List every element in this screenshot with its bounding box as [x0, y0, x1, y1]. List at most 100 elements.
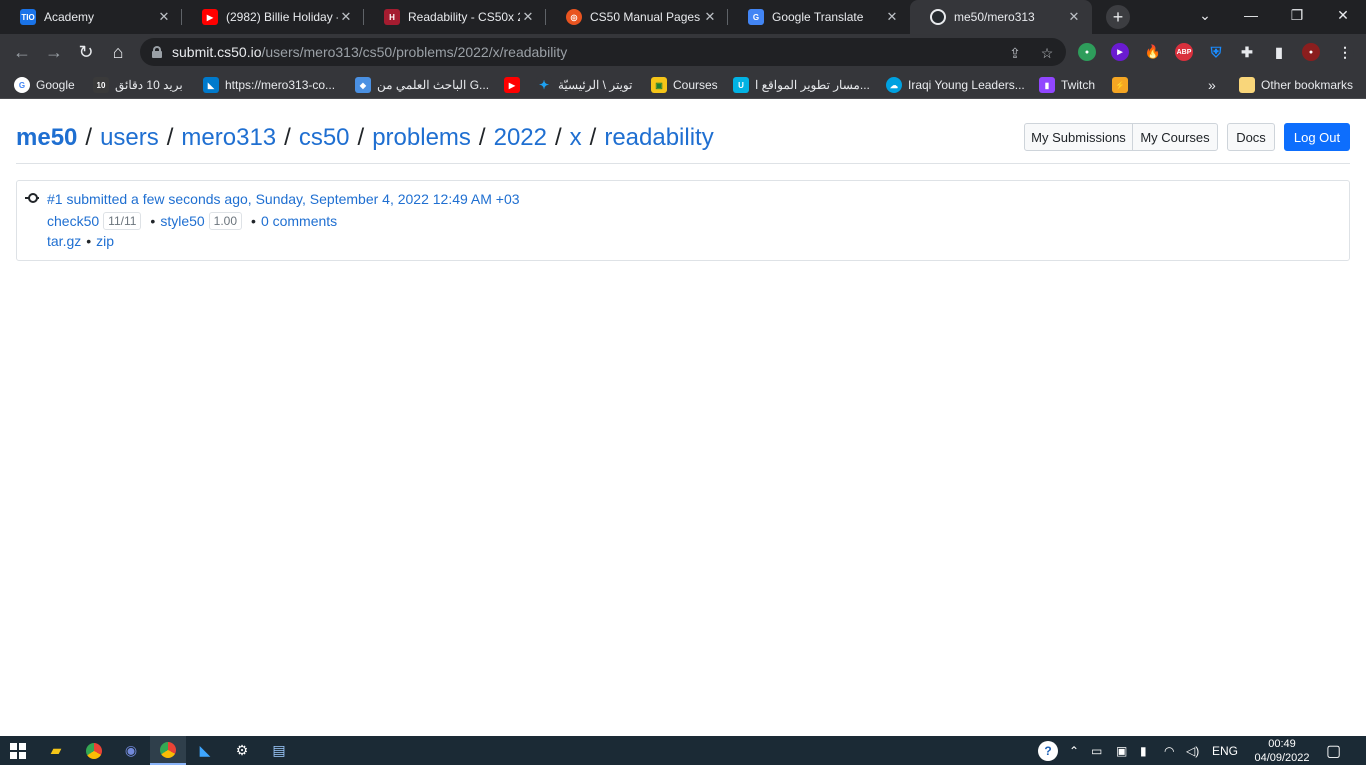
my-courses-button[interactable]: My Courses [1132, 123, 1218, 151]
download-zip-link[interactable]: zip [96, 233, 114, 249]
lock-icon[interactable] [152, 46, 162, 58]
bookmark-scholar[interactable]: ◆ الباحث العلمي من G... [355, 75, 489, 95]
reload-button[interactable]: ↻ [72, 38, 100, 66]
chrome-active-icon[interactable] [150, 736, 186, 765]
twitch-icon: ▮ [1039, 77, 1055, 93]
my-submissions-button[interactable]: My Submissions [1024, 123, 1133, 151]
extension-play-icon[interactable]: ▶ [1111, 43, 1129, 61]
breadcrumb-me50[interactable]: me50 [16, 124, 77, 151]
address-bar[interactable]: submit.cs50.io/users/mero313/cs50/proble… [140, 38, 1066, 66]
extension-edge-icon[interactable]: ● [1078, 43, 1096, 61]
commit-icon [25, 193, 39, 203]
google-translate-icon: G [748, 9, 764, 25]
tab-manual-pages[interactable]: ◎ CS50 Manual Pages ✕ [546, 0, 728, 34]
address-url[interactable]: submit.cs50.io/users/mero313/cs50/proble… [172, 44, 567, 60]
extensions-puzzle-icon[interactable]: ✚ [1238, 43, 1256, 61]
minimize-button[interactable]: — [1228, 0, 1274, 30]
google-icon: G [14, 77, 30, 93]
home-button[interactable]: ⌂ [104, 38, 132, 66]
close-icon[interactable]: ✕ [156, 9, 172, 25]
bookmark-twitch[interactable]: ▮ Twitch [1039, 75, 1095, 95]
clock-date: 04/09/2022 [1254, 752, 1310, 764]
settings-gear-icon[interactable]: ⚙ [224, 736, 260, 765]
restore-button[interactable]: ❐ [1274, 0, 1320, 30]
profile-avatar[interactable]: ● [1302, 43, 1320, 61]
vscode-icon[interactable]: ◣ [187, 736, 223, 765]
submission-title-line: #1 submitted a few seconds ago, Sunday, … [47, 191, 520, 207]
camera-icon[interactable]: ▣ [1116, 736, 1127, 765]
more-bookmarks-chevron-icon[interactable]: » [1208, 75, 1216, 95]
download-tar-link[interactable]: tar.gz [47, 233, 81, 249]
style50-link[interactable]: style50 [160, 213, 204, 229]
bookmark-courses[interactable]: ▣ Courses [651, 75, 718, 95]
microphone-icon[interactable]: ▮ [1140, 736, 1147, 765]
breadcrumb-readability[interactable]: readability [604, 124, 713, 151]
bookmark-youtube[interactable]: ▶ [504, 75, 526, 95]
adblock-plus-icon[interactable]: ABP [1175, 43, 1193, 61]
submission-link[interactable]: #1 submitted a few seconds ago, Sunday, … [47, 191, 520, 207]
breadcrumb-problems[interactable]: problems [372, 124, 471, 151]
youtube-icon: ▶ [202, 9, 218, 25]
extension-shield-icon[interactable]: ⛨ [1207, 43, 1225, 61]
close-icon[interactable]: ✕ [1066, 9, 1082, 25]
language-indicator[interactable]: ENG [1212, 736, 1238, 765]
notepad-icon[interactable]: ▤ [261, 736, 297, 765]
breadcrumb-x[interactable]: x [570, 124, 582, 151]
comments-link[interactable]: 0 comments [261, 213, 337, 229]
battery-icon[interactable]: ▭ [1091, 736, 1102, 765]
vscode-icon: ◣ [203, 77, 219, 93]
breadcrumb-2022[interactable]: 2022 [494, 124, 547, 151]
discord-icon[interactable]: ◉ [113, 736, 149, 765]
share-icon[interactable]: ⇪ [1006, 44, 1024, 62]
show-hidden-icons-chevron-icon[interactable]: ⌃ [1069, 736, 1079, 765]
bookmark-10-minute-mail[interactable]: 10 بريد 10 دقائق [93, 75, 183, 95]
volume-icon[interactable]: ◁) [1186, 736, 1199, 765]
tab-youtube[interactable]: ▶ (2982) Billie Holiday - ✕ [182, 0, 364, 34]
ten-minute-mail-icon: 10 [93, 77, 109, 93]
bookmark-google[interactable]: G Google [14, 75, 75, 95]
tab-search-icon[interactable]: ⌄ [1182, 0, 1228, 30]
star-icon[interactable]: ☆ [1038, 44, 1056, 62]
check50-link[interactable]: check50 [47, 213, 99, 229]
tab-academy[interactable]: TIO Academy ✕ [0, 0, 182, 34]
breadcrumb-mero313[interactable]: mero313 [181, 124, 276, 151]
side-panel-icon[interactable]: ▮ [1270, 43, 1288, 61]
bookmark-iraqi-young-leaders[interactable]: ☁ Iraqi Young Leaders... [886, 75, 1025, 95]
breadcrumb-users[interactable]: users [100, 124, 159, 151]
close-icon[interactable]: ✕ [520, 9, 536, 25]
youtube-icon: ▶ [504, 77, 520, 93]
submission-results-line: check50 11/11 • style50 1.00 • 0 comment… [47, 212, 338, 230]
tab-me50[interactable]: me50/mero313 ✕ [910, 0, 1092, 34]
forward-button[interactable]: → [40, 38, 68, 66]
bookmark-twitter[interactable]: ✦ تويتر \ الرئيسيّة [536, 75, 632, 95]
breadcrumb-cs50[interactable]: cs50 [299, 124, 350, 151]
back-button[interactable]: ← [8, 38, 36, 66]
system-clock[interactable]: 00:49 04/09/2022 [1252, 737, 1312, 765]
logout-button[interactable]: Log Out [1284, 123, 1350, 151]
menu-icon[interactable]: ⋮ [1336, 43, 1354, 61]
docs-button[interactable]: Docs [1227, 123, 1275, 151]
extension-fire-icon[interactable]: 🔥 [1144, 43, 1162, 61]
downloads-line: tar.gz • zip [47, 233, 115, 249]
new-tab-button[interactable]: + [1106, 5, 1130, 29]
bookmark-vscode[interactable]: ◣ https://mero313-co... [203, 75, 335, 95]
close-icon[interactable]: ✕ [884, 9, 900, 25]
tab-readability[interactable]: H Readability - CS50x 20 ✕ [364, 0, 546, 34]
divider [16, 163, 1350, 164]
windows-start-icon[interactable] [0, 736, 36, 765]
close-window-button[interactable]: ✕ [1320, 0, 1366, 30]
tab-title: Google Translate [772, 10, 864, 24]
bookmark-udacity[interactable]: U مسار تطوير المواقع ا... [733, 75, 870, 95]
udacity-icon: U [733, 77, 749, 93]
other-bookmarks[interactable]: Other bookmarks [1239, 75, 1353, 95]
notifications-icon[interactable]: ▢ [1326, 736, 1341, 765]
bookmark-bolt[interactable]: ⚡ [1112, 75, 1134, 95]
file-explorer-icon[interactable]: ▰ [38, 736, 74, 765]
tab-google-translate[interactable]: G Google Translate ✕ [728, 0, 910, 34]
help-icon[interactable]: ? [1038, 736, 1058, 765]
chrome-icon[interactable] [76, 736, 112, 765]
close-icon[interactable]: ✕ [338, 9, 354, 25]
close-icon[interactable]: ✕ [702, 9, 718, 25]
breadcrumb: me50/users / mero313/cs50/problems/2022/x /… [16, 124, 714, 151]
wifi-icon[interactable]: ◠ [1164, 736, 1174, 765]
